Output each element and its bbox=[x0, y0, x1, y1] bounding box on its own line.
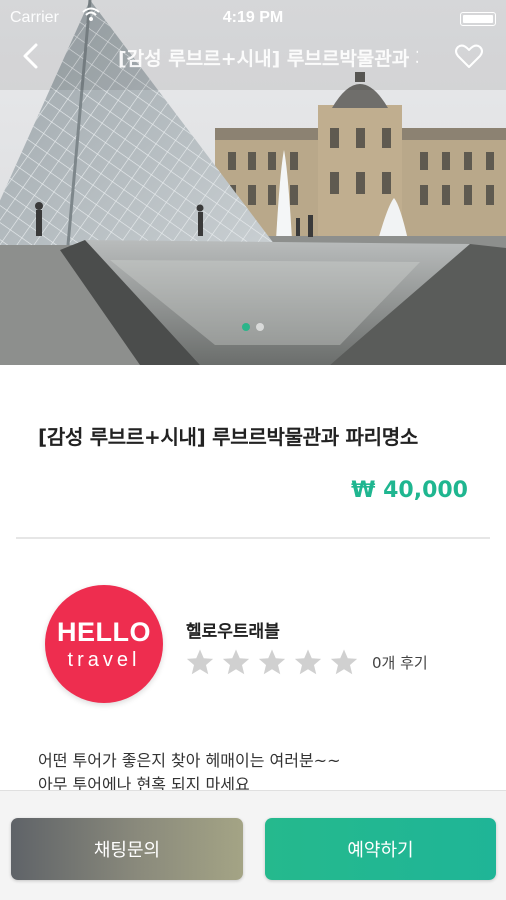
tour-title: [감성 루브르+시내] 루브르박물관과 파리명소 bbox=[38, 425, 418, 449]
host-rating bbox=[184, 647, 360, 677]
status-time: 4:19 PM bbox=[222, 9, 284, 26]
battery-icon bbox=[460, 12, 496, 26]
gallery-page-indicator bbox=[0, 316, 506, 335]
chat-inquiry-button[interactable]: 채팅문의 bbox=[11, 818, 243, 880]
divider bbox=[16, 537, 490, 539]
nav-title: [감성 루브르+시내] 루브르박물관과 파리명소 bbox=[118, 48, 418, 70]
tour-price: ₩ 40,000 bbox=[351, 478, 468, 503]
status-bar: Carrier 4:19 PM bbox=[0, 0, 506, 36]
star-icon bbox=[258, 649, 286, 675]
review-count[interactable]: 0개 후기 bbox=[372, 652, 428, 673]
host-name[interactable]: 헬로우트래블 bbox=[186, 617, 280, 642]
star-icon bbox=[222, 649, 250, 675]
tour-photo-gallery[interactable]: Carrier 4:19 PM [감성 루브르+시내] 루브르박물관과 파리명소 bbox=[0, 0, 506, 365]
bottom-action-bar: 채팅문의 예약하기 bbox=[0, 790, 506, 900]
host-logo-subtext: travel bbox=[67, 649, 141, 671]
tour-description: 어떤 투어가 좋은지 찾아 헤매이는 여러분~~ 아무 투어에나 현혹 되지 마… bbox=[38, 751, 341, 790]
host-logo-text: HELLO bbox=[57, 617, 151, 647]
star-icon bbox=[330, 649, 358, 675]
star-icon bbox=[294, 649, 322, 675]
navigation-bar: [감성 루브르+시내] 루브르박물관과 파리명소 bbox=[0, 36, 506, 76]
star-icon bbox=[186, 649, 214, 675]
book-button[interactable]: 예약하기 bbox=[265, 818, 496, 880]
page-dot-active[interactable] bbox=[242, 323, 250, 331]
heart-outline-icon[interactable] bbox=[454, 41, 484, 71]
tour-detail-content[interactable]: [감성 루브르+시내] 루브르박물관과 파리명소 ₩ 40,000 HELLO … bbox=[0, 365, 506, 790]
host-avatar[interactable]: HELLO travel bbox=[45, 585, 163, 703]
chevron-left-icon[interactable] bbox=[16, 40, 48, 72]
page-dot[interactable] bbox=[256, 323, 264, 331]
